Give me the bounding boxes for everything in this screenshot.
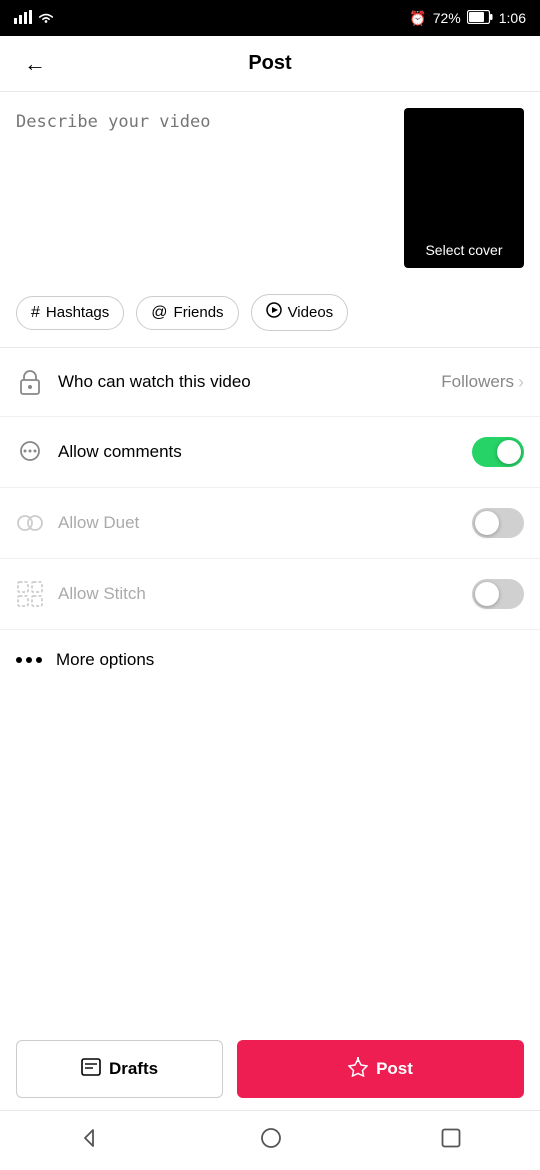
allow-stitch-label: Allow Stitch	[58, 584, 458, 604]
allow-duet-label: Allow Duet	[58, 513, 458, 533]
post-button[interactable]: Post	[237, 1040, 524, 1098]
battery-icon	[467, 10, 493, 27]
who-can-watch-value: Followers ›	[441, 372, 524, 393]
drafts-icon	[81, 1058, 101, 1081]
post-icon	[348, 1057, 368, 1082]
time-display: 1:06	[499, 10, 526, 26]
allow-duet-row[interactable]: Allow Duet	[0, 488, 540, 559]
hashtags-button[interactable]: # Hashtags	[16, 296, 124, 330]
nav-square-icon[interactable]	[441, 1128, 461, 1154]
videos-button[interactable]: Videos	[251, 294, 349, 331]
who-can-watch-label: Who can watch this video	[58, 372, 427, 392]
more-options-label: More options	[56, 650, 524, 670]
post-label: Post	[376, 1059, 413, 1079]
comment-icon	[16, 438, 44, 466]
page-title: Post	[248, 52, 291, 75]
description-row: Select cover	[0, 92, 540, 284]
toggle-knob	[475, 511, 499, 535]
page-header: ← Post	[0, 36, 540, 92]
stitch-icon	[16, 580, 44, 608]
hashtags-label: Hashtags	[46, 304, 109, 321]
at-icon: @	[151, 304, 167, 322]
wifi-icon	[37, 10, 55, 27]
back-button[interactable]: ←	[16, 47, 54, 81]
hashtag-icon: #	[31, 304, 40, 322]
lock-icon	[16, 368, 44, 396]
cover-selector[interactable]: Select cover	[404, 108, 524, 268]
allow-duet-toggle[interactable]	[472, 508, 524, 538]
nav-bar	[0, 1110, 540, 1170]
drafts-label: Drafts	[109, 1059, 158, 1079]
who-can-watch-row[interactable]: Who can watch this video Followers ›	[0, 348, 540, 417]
status-bar: ⏰ 72% 1:06	[0, 0, 540, 36]
alarm-icon: ⏰	[409, 10, 426, 27]
tag-row: # Hashtags @ Friends Videos	[0, 284, 540, 347]
chevron-icon: ›	[518, 372, 524, 393]
duet-icon	[16, 509, 44, 537]
friends-button[interactable]: @ Friends	[136, 296, 238, 330]
allow-stitch-row[interactable]: Allow Stitch	[0, 559, 540, 630]
toggle-knob	[475, 582, 499, 606]
description-input[interactable]	[16, 108, 392, 248]
toggle-knob	[497, 440, 521, 464]
more-options-row[interactable]: More options	[0, 630, 540, 690]
allow-stitch-toggle[interactable]	[472, 579, 524, 609]
allow-comments-row[interactable]: Allow comments	[0, 417, 540, 488]
bottom-bar: Drafts Post	[0, 1028, 540, 1110]
status-right: ⏰ 72% 1:06	[409, 10, 526, 27]
videos-label: Videos	[288, 304, 334, 321]
nav-back-icon[interactable]	[79, 1127, 101, 1155]
more-options-icon	[16, 657, 42, 663]
nav-home-icon[interactable]	[260, 1127, 282, 1155]
drafts-button[interactable]: Drafts	[16, 1040, 223, 1098]
allow-comments-toggle[interactable]	[472, 437, 524, 467]
allow-comments-label: Allow comments	[58, 442, 458, 462]
friends-label: Friends	[174, 304, 224, 321]
play-icon	[266, 302, 282, 323]
battery-text: 72%	[433, 10, 461, 26]
signal-icon	[14, 10, 32, 27]
status-left	[14, 10, 55, 27]
cover-label: Select cover	[425, 242, 502, 258]
